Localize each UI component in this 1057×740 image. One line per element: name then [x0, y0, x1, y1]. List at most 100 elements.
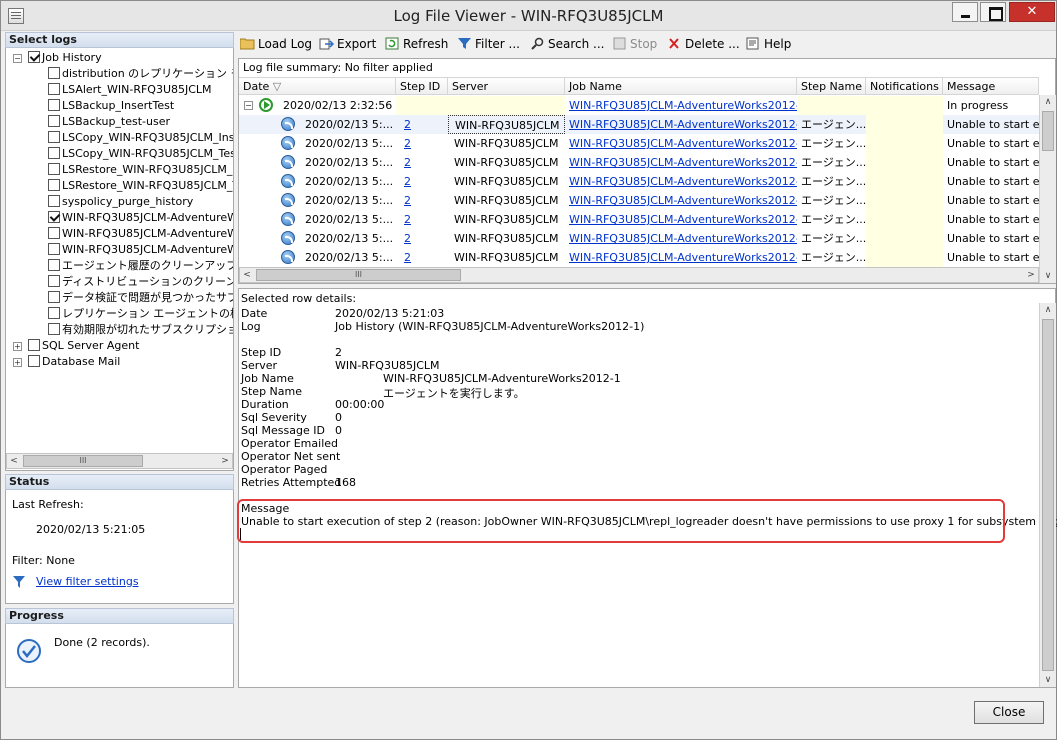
view-filter-settings-link[interactable]: View filter settings: [36, 575, 139, 588]
tree-item-checkbox[interactable]: [48, 83, 60, 95]
tree-item-checkbox[interactable]: [48, 99, 60, 111]
row-stepid-link[interactable]: 2: [396, 134, 448, 153]
scroll-left-icon[interactable]: <: [240, 268, 254, 282]
column-header[interactable]: Date ▽: [239, 78, 396, 95]
tree-item[interactable]: LSRestore_WIN-RFQ3U85JCLM_In: [48, 162, 233, 178]
column-header[interactable]: Server: [448, 78, 565, 95]
column-header[interactable]: Step ID: [396, 78, 448, 95]
table-row[interactable]: 2020/02/13 5:... 2 WIN-RFQ3U85JCLM WIN-RFQ3…: [239, 191, 1039, 210]
column-header[interactable]: Step Name: [797, 78, 866, 95]
expand-icon[interactable]: +: [13, 342, 22, 351]
tree-item-checkbox[interactable]: [48, 115, 60, 127]
tree-item[interactable]: エージェント履歴のクリーンアップ: distr: [48, 258, 233, 274]
collapse-icon[interactable]: −: [13, 54, 22, 63]
tree-item-checkbox[interactable]: [48, 163, 60, 175]
tree-item-checkbox[interactable]: [48, 147, 60, 159]
table-row[interactable]: 2020/02/13 5:... 2 WIN-RFQ3U85JCLM WIN-RFQ3…: [239, 153, 1039, 172]
row-jobname-link[interactable]: WIN-RFQ3U85JCLM-AdventureWorks2012-1: [565, 210, 797, 229]
scroll-right-icon[interactable]: >: [1024, 268, 1038, 282]
tree-item-checkbox[interactable]: [28, 355, 40, 367]
close-window-button[interactable]: ✕: [1009, 2, 1055, 22]
scroll-up-icon[interactable]: ∧: [1040, 303, 1056, 317]
expand-icon[interactable]: +: [13, 358, 22, 367]
tree-item[interactable]: LSAlert_WIN-RFQ3U85JCLM: [48, 82, 212, 98]
refresh-button[interactable]: Refresh: [385, 35, 448, 53]
scroll-left-icon[interactable]: <: [7, 454, 21, 468]
tree-horizontal-scrollbar[interactable]: < III >: [6, 453, 233, 469]
row-jobname-link[interactable]: WIN-RFQ3U85JCLM-AdventureWorks2012-1: [565, 191, 797, 210]
tree-item[interactable]: SQL Server Agent: [28, 338, 139, 354]
delete-button[interactable]: Delete ...: [667, 35, 740, 53]
row-stepid-link[interactable]: 2: [396, 248, 448, 267]
grid-vertical-scrollbar[interactable]: ∧ ∨: [1039, 95, 1056, 283]
column-header[interactable]: Job Name: [565, 78, 797, 95]
tree-item[interactable]: LSCopy_WIN-RFQ3U85JCLM_TestD: [48, 146, 233, 162]
minimize-button[interactable]: [952, 2, 978, 22]
scroll-right-icon[interactable]: >: [218, 454, 232, 468]
tree-item-checkbox[interactable]: [48, 275, 60, 287]
tree-item-checkbox[interactable]: [48, 291, 60, 303]
row-jobname-link[interactable]: WIN-RFQ3U85JCLM-AdventureWorks2012-1: [565, 172, 797, 191]
tree-item[interactable]: LSCopy_WIN-RFQ3U85JCLM_Insert: [48, 130, 233, 146]
search-button[interactable]: Search ...: [530, 35, 604, 53]
scroll-thumb[interactable]: III: [23, 455, 143, 467]
tree-item-checkbox[interactable]: [48, 323, 60, 335]
table-row[interactable]: 2020/02/13 5:... 2 WIN-RFQ3U85JCLM WIN-RFQ3…: [239, 229, 1039, 248]
row-stepid-link[interactable]: 2: [396, 210, 448, 229]
row-jobname-link[interactable]: WIN-RFQ3U85JCLM-AdventureWorks2012-1: [565, 229, 797, 248]
tree-item-checkbox[interactable]: [48, 243, 60, 255]
help-button[interactable]: Help: [746, 35, 791, 53]
tree-item-checkbox[interactable]: [48, 67, 60, 79]
table-row[interactable]: 2020/02/13 5:... 2 WIN-RFQ3U85JCLM WIN-RFQ3…: [239, 172, 1039, 191]
maximize-button[interactable]: [980, 2, 1006, 22]
scroll-up-icon[interactable]: ∧: [1040, 95, 1056, 109]
tree-item-checkbox[interactable]: [28, 339, 40, 351]
table-row[interactable]: 2020/02/13 5:... 2 WIN-RFQ3U85JCLM WIN-RFQ3…: [239, 115, 1039, 134]
close-button[interactable]: Close: [974, 701, 1044, 724]
row-stepid-link[interactable]: 2: [396, 172, 448, 191]
row-jobname-link[interactable]: WIN-RFQ3U85JCLM-AdventureWorks2012-1: [565, 134, 797, 153]
tree-item[interactable]: WIN-RFQ3U85JCLM-AdventureWor: [48, 242, 233, 258]
tree-item[interactable]: 有効期限が切れたサブスクリプションの: [48, 322, 233, 338]
tree-item[interactable]: Job History: [28, 50, 102, 66]
tree-item-checkbox[interactable]: [48, 131, 60, 143]
tree-item[interactable]: LSRestore_WIN-RFQ3U85JCLM_Te: [48, 178, 233, 194]
table-row[interactable]: 2020/02/13 5:... 2 WIN-RFQ3U85JCLM WIN-RFQ3…: [239, 248, 1039, 267]
scroll-down-icon[interactable]: ∨: [1040, 269, 1056, 283]
tree-item-checkbox[interactable]: [48, 307, 60, 319]
tree-item[interactable]: WIN-RFQ3U85JCLM-AdventureWorks: [48, 210, 233, 226]
grid-hscroll-thumb[interactable]: III: [256, 269, 461, 281]
row-stepid-link[interactable]: 2: [396, 115, 448, 134]
tree-item-checkbox[interactable]: [48, 211, 60, 223]
tree-item[interactable]: WIN-RFQ3U85JCLM-AdventureWor: [48, 226, 233, 242]
row-jobname-link[interactable]: WIN-RFQ3U85JCLM-AdventureWorks2012-1: [565, 153, 797, 172]
column-header[interactable]: Notifications: [866, 78, 943, 95]
tree-item-checkbox[interactable]: [48, 195, 60, 207]
tree-item[interactable]: ディストリビューションのクリーンアップ: d: [48, 274, 233, 290]
table-row[interactable]: 2020/02/13 5:... 2 WIN-RFQ3U85JCLM WIN-RFQ3…: [239, 134, 1039, 153]
filter-button[interactable]: Filter ...: [457, 35, 520, 53]
row-jobname-link[interactable]: WIN-RFQ3U85JCLM-AdventureWorks2012-1: [565, 96, 797, 115]
stop-button[interactable]: Stop: [612, 35, 657, 53]
column-header[interactable]: Message: [943, 78, 1039, 95]
row-stepid-link[interactable]: 2: [396, 229, 448, 248]
row-stepid-link[interactable]: 2: [396, 191, 448, 210]
tree-item-checkbox[interactable]: [48, 259, 60, 271]
tree-item-checkbox[interactable]: [48, 227, 60, 239]
tree-item[interactable]: distribution のレプリケーション モニター の: [48, 66, 233, 82]
tree-item[interactable]: Database Mail: [28, 354, 120, 370]
tree-item-checkbox[interactable]: [28, 51, 40, 63]
table-row[interactable]: −2020/02/13 2:32:56 WIN-RFQ3U85JCLM-Adven…: [239, 96, 1039, 115]
load-log-button[interactable]: Load Log: [239, 35, 312, 53]
tree-item[interactable]: LSBackup_InsertTest: [48, 98, 174, 114]
tree-item[interactable]: レプリケーション エージェントの検査: [48, 306, 233, 322]
tree-item[interactable]: LSBackup_test-user: [48, 114, 170, 130]
grid-scroll-thumb[interactable]: [1042, 111, 1054, 151]
row-jobname-link[interactable]: WIN-RFQ3U85JCLM-AdventureWorks2012-1: [565, 115, 797, 134]
details-scroll-thumb[interactable]: [1042, 319, 1054, 671]
tree-item[interactable]: データ検証で問題が見つかったサブスク: [48, 290, 233, 306]
row-stepid-link[interactable]: 2: [396, 153, 448, 172]
tree-item[interactable]: syspolicy_purge_history: [48, 194, 193, 210]
tree-item-checkbox[interactable]: [48, 179, 60, 191]
scroll-down-icon[interactable]: ∨: [1040, 673, 1056, 687]
